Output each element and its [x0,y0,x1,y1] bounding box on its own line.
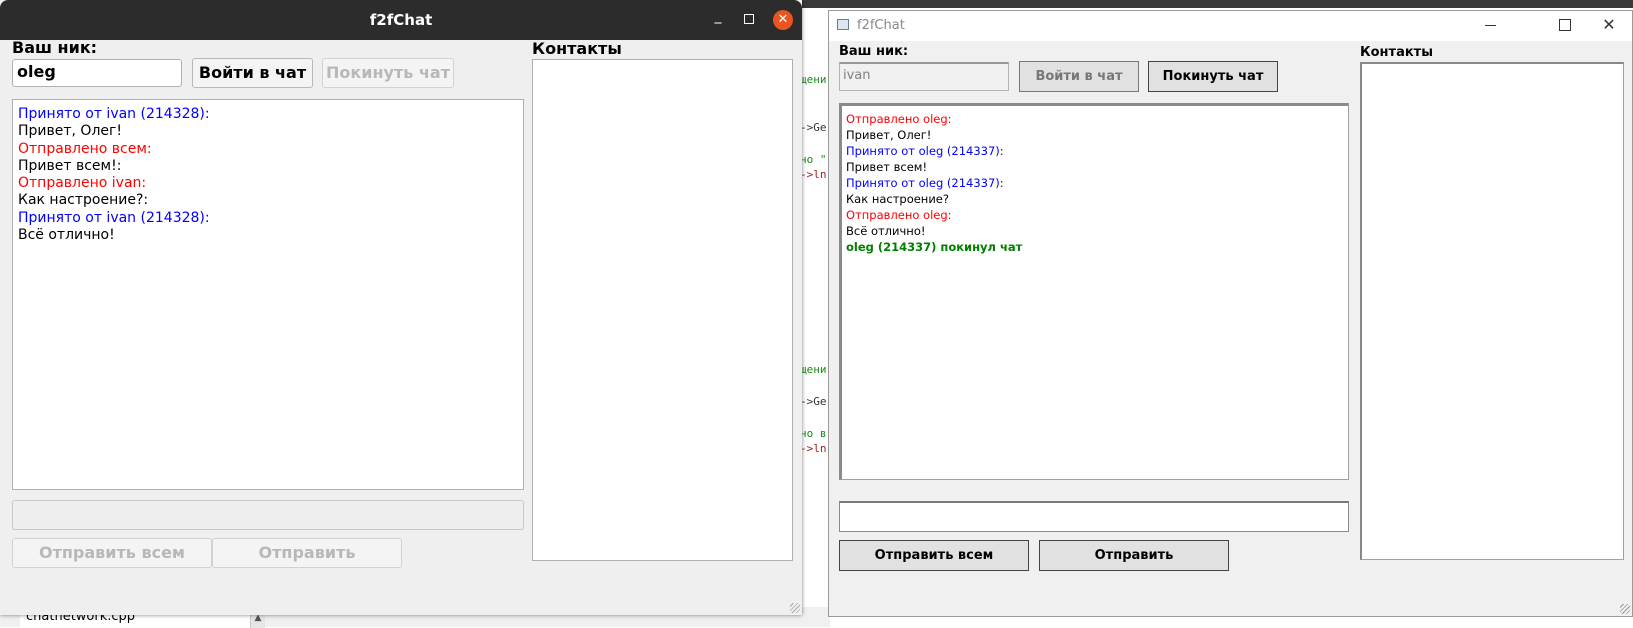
chat-message: Как настроение?: [18,192,149,209]
send-all-button[interactable]: Отправить всем [12,538,212,568]
chat-message: Принято от oleg (214337): [846,176,1004,190]
chat-message: Привет, Олег! [846,128,932,142]
join-chat-button[interactable]: Войти в чат [192,58,313,88]
resize-grip-icon[interactable] [1620,604,1630,614]
contacts-list[interactable] [532,59,793,561]
code-fragment: но " [800,153,827,166]
leave-chat-button[interactable]: Покинуть чат [322,58,454,88]
window-title: f2fChat [857,18,905,33]
chat-message: Всё отлично! [846,224,926,238]
chat-message: Привет, Олег! [18,123,122,140]
chat-message: Отправлено ivan: [18,175,147,192]
nick-input[interactable]: oleg [12,59,182,87]
close-icon[interactable]: ✕ [1599,15,1619,35]
close-icon[interactable]: ✕ [773,10,793,30]
title-bar[interactable]: f2fChat ✕ [829,11,1632,41]
maximize-icon[interactable] [1559,19,1571,31]
chat-message: Всё отлично! [18,227,115,244]
message-input[interactable] [839,501,1349,532]
chat-log[interactable]: Отправлено oleg: Привет, Олег! Принято о… [839,103,1349,480]
chat-log[interactable]: Принято от ivan (214328): Привет, Олег! … [12,99,524,490]
nick-input[interactable]: ivan [839,62,1009,91]
code-fragment: ->ln [800,442,827,455]
send-button[interactable]: Отправить [1039,540,1229,571]
chat-message: Отправлено всем: [18,140,152,157]
chat-window-linux: f2fChat _ ✕ Ваш ник: oleg Войти в чат По… [0,0,802,615]
send-all-button[interactable]: Отправить всем [839,540,1029,571]
code-fragment: ->Ge [800,395,827,408]
resize-grip-icon[interactable] [790,603,800,613]
code-fragment: ->Ge [800,121,827,134]
chat-status-message: oleg (214337) покинул чат [846,240,1023,254]
nick-label: Ваш ник: [839,44,909,59]
contacts-list[interactable] [1360,62,1624,560]
contacts-label: Контакты [1360,45,1433,60]
chat-message: Как настроение? [846,192,949,206]
send-button[interactable]: Отправить [212,538,402,568]
chat-message: Отправлено oleg: [846,112,952,126]
code-fragment: но в [800,427,827,440]
minimize-icon[interactable] [1485,25,1496,26]
background-code-editor: щени ->Ge но " ->ln щени ->Ge но в ->ln [800,8,830,627]
join-chat-button[interactable]: Войти в чат [1019,61,1139,92]
title-bar[interactable]: f2fChat _ ✕ [0,0,802,40]
code-fragment: щени [800,73,827,86]
leave-chat-button[interactable]: Покинуть чат [1148,61,1278,92]
code-fragment: ->ln [800,168,827,181]
chat-message: Принято от ivan (214328): [18,106,210,122]
chat-message: Принято от oleg (214337): [846,144,1004,158]
chat-message: Привет всем! [846,160,928,174]
chat-message: Привет всем!: [18,157,122,174]
chat-message: Отправлено oleg: [846,208,952,222]
contacts-label: Контакты [532,39,622,58]
message-input[interactable] [12,500,524,530]
chat-window-windows: f2fChat ✕ Ваш ник: ivan Войти в чат Поки… [828,10,1633,617]
minimize-icon[interactable]: _ [711,8,725,28]
window-title: f2fChat [369,11,433,29]
code-fragment: щени [800,363,827,376]
nick-label: Ваш ник: [12,38,98,57]
maximize-icon[interactable] [744,14,754,24]
chat-message: Принято от ivan (214328): [18,209,210,226]
app-icon [837,19,849,30]
